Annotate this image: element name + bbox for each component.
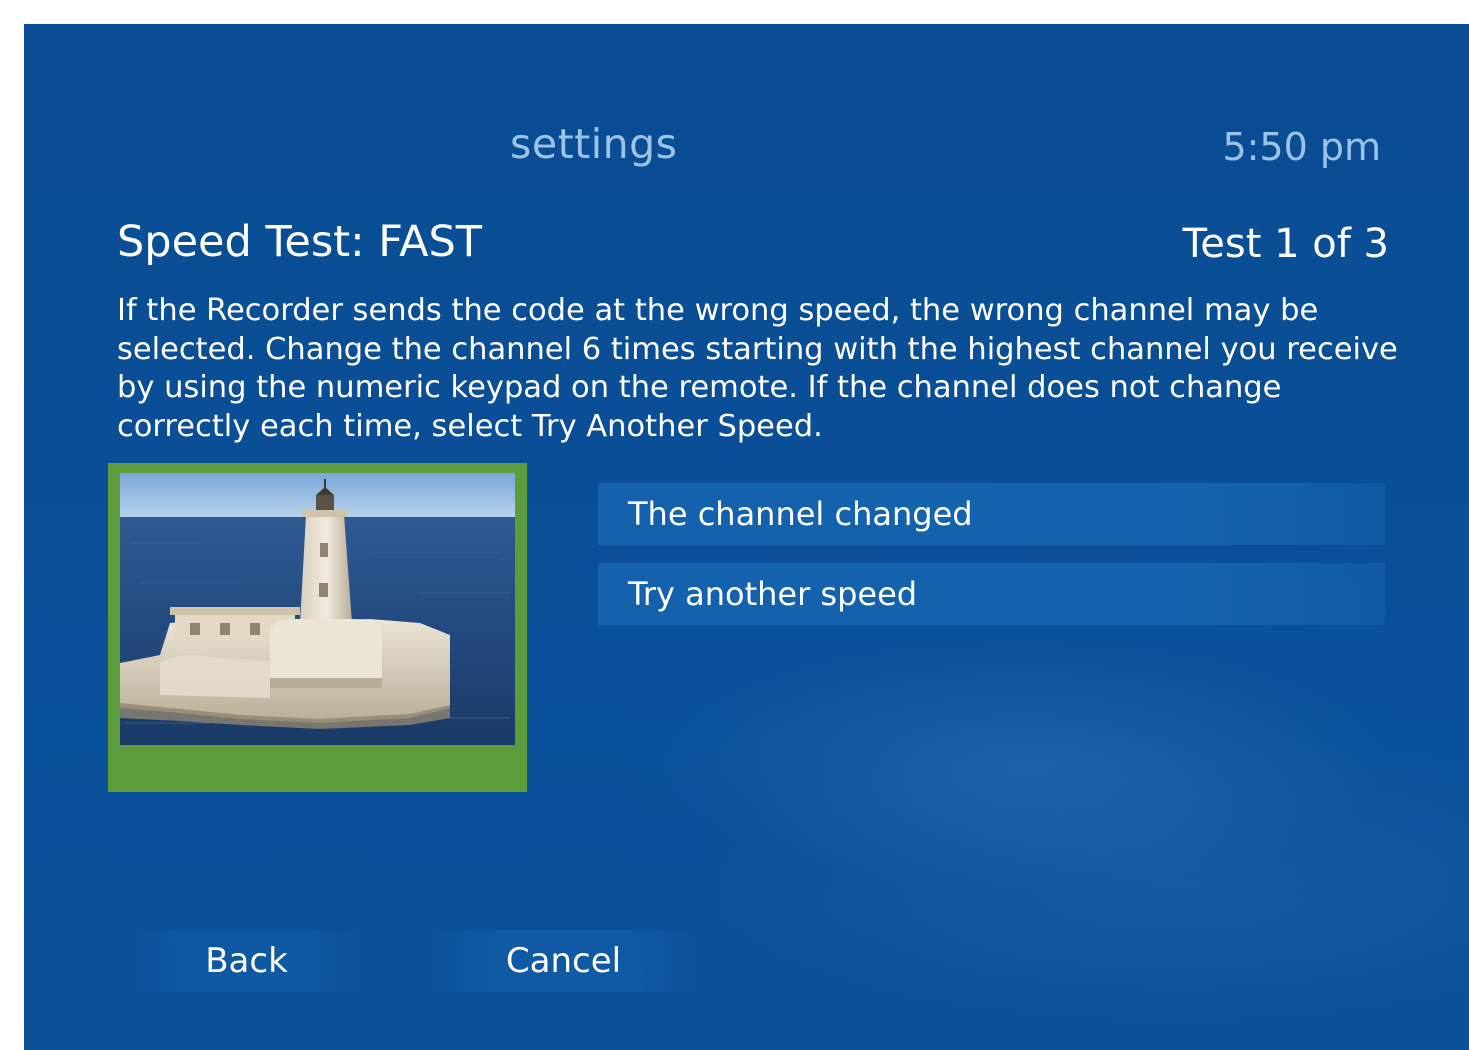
cancel-button[interactable]: Cancel bbox=[426, 930, 701, 992]
back-button[interactable]: Back bbox=[124, 930, 369, 992]
channel-changed-option[interactable]: The channel changed bbox=[598, 483, 1385, 545]
try-another-speed-option[interactable]: Try another speed bbox=[598, 563, 1385, 625]
clock-time: 5:50 pm bbox=[1222, 125, 1381, 169]
page-heading: Speed Test: FAST bbox=[117, 217, 483, 267]
lighthouse-preview-image bbox=[120, 473, 515, 745]
test-counter: Test 1 of 3 bbox=[1182, 221, 1389, 267]
media-center-screen: settings 5:50 pm Speed Test: FAST Test 1… bbox=[24, 24, 1469, 1050]
instructions-text: If the Recorder sends the code at the wr… bbox=[117, 293, 1398, 444]
screen-title: settings bbox=[510, 120, 678, 168]
tv-preview-frame bbox=[108, 463, 527, 792]
